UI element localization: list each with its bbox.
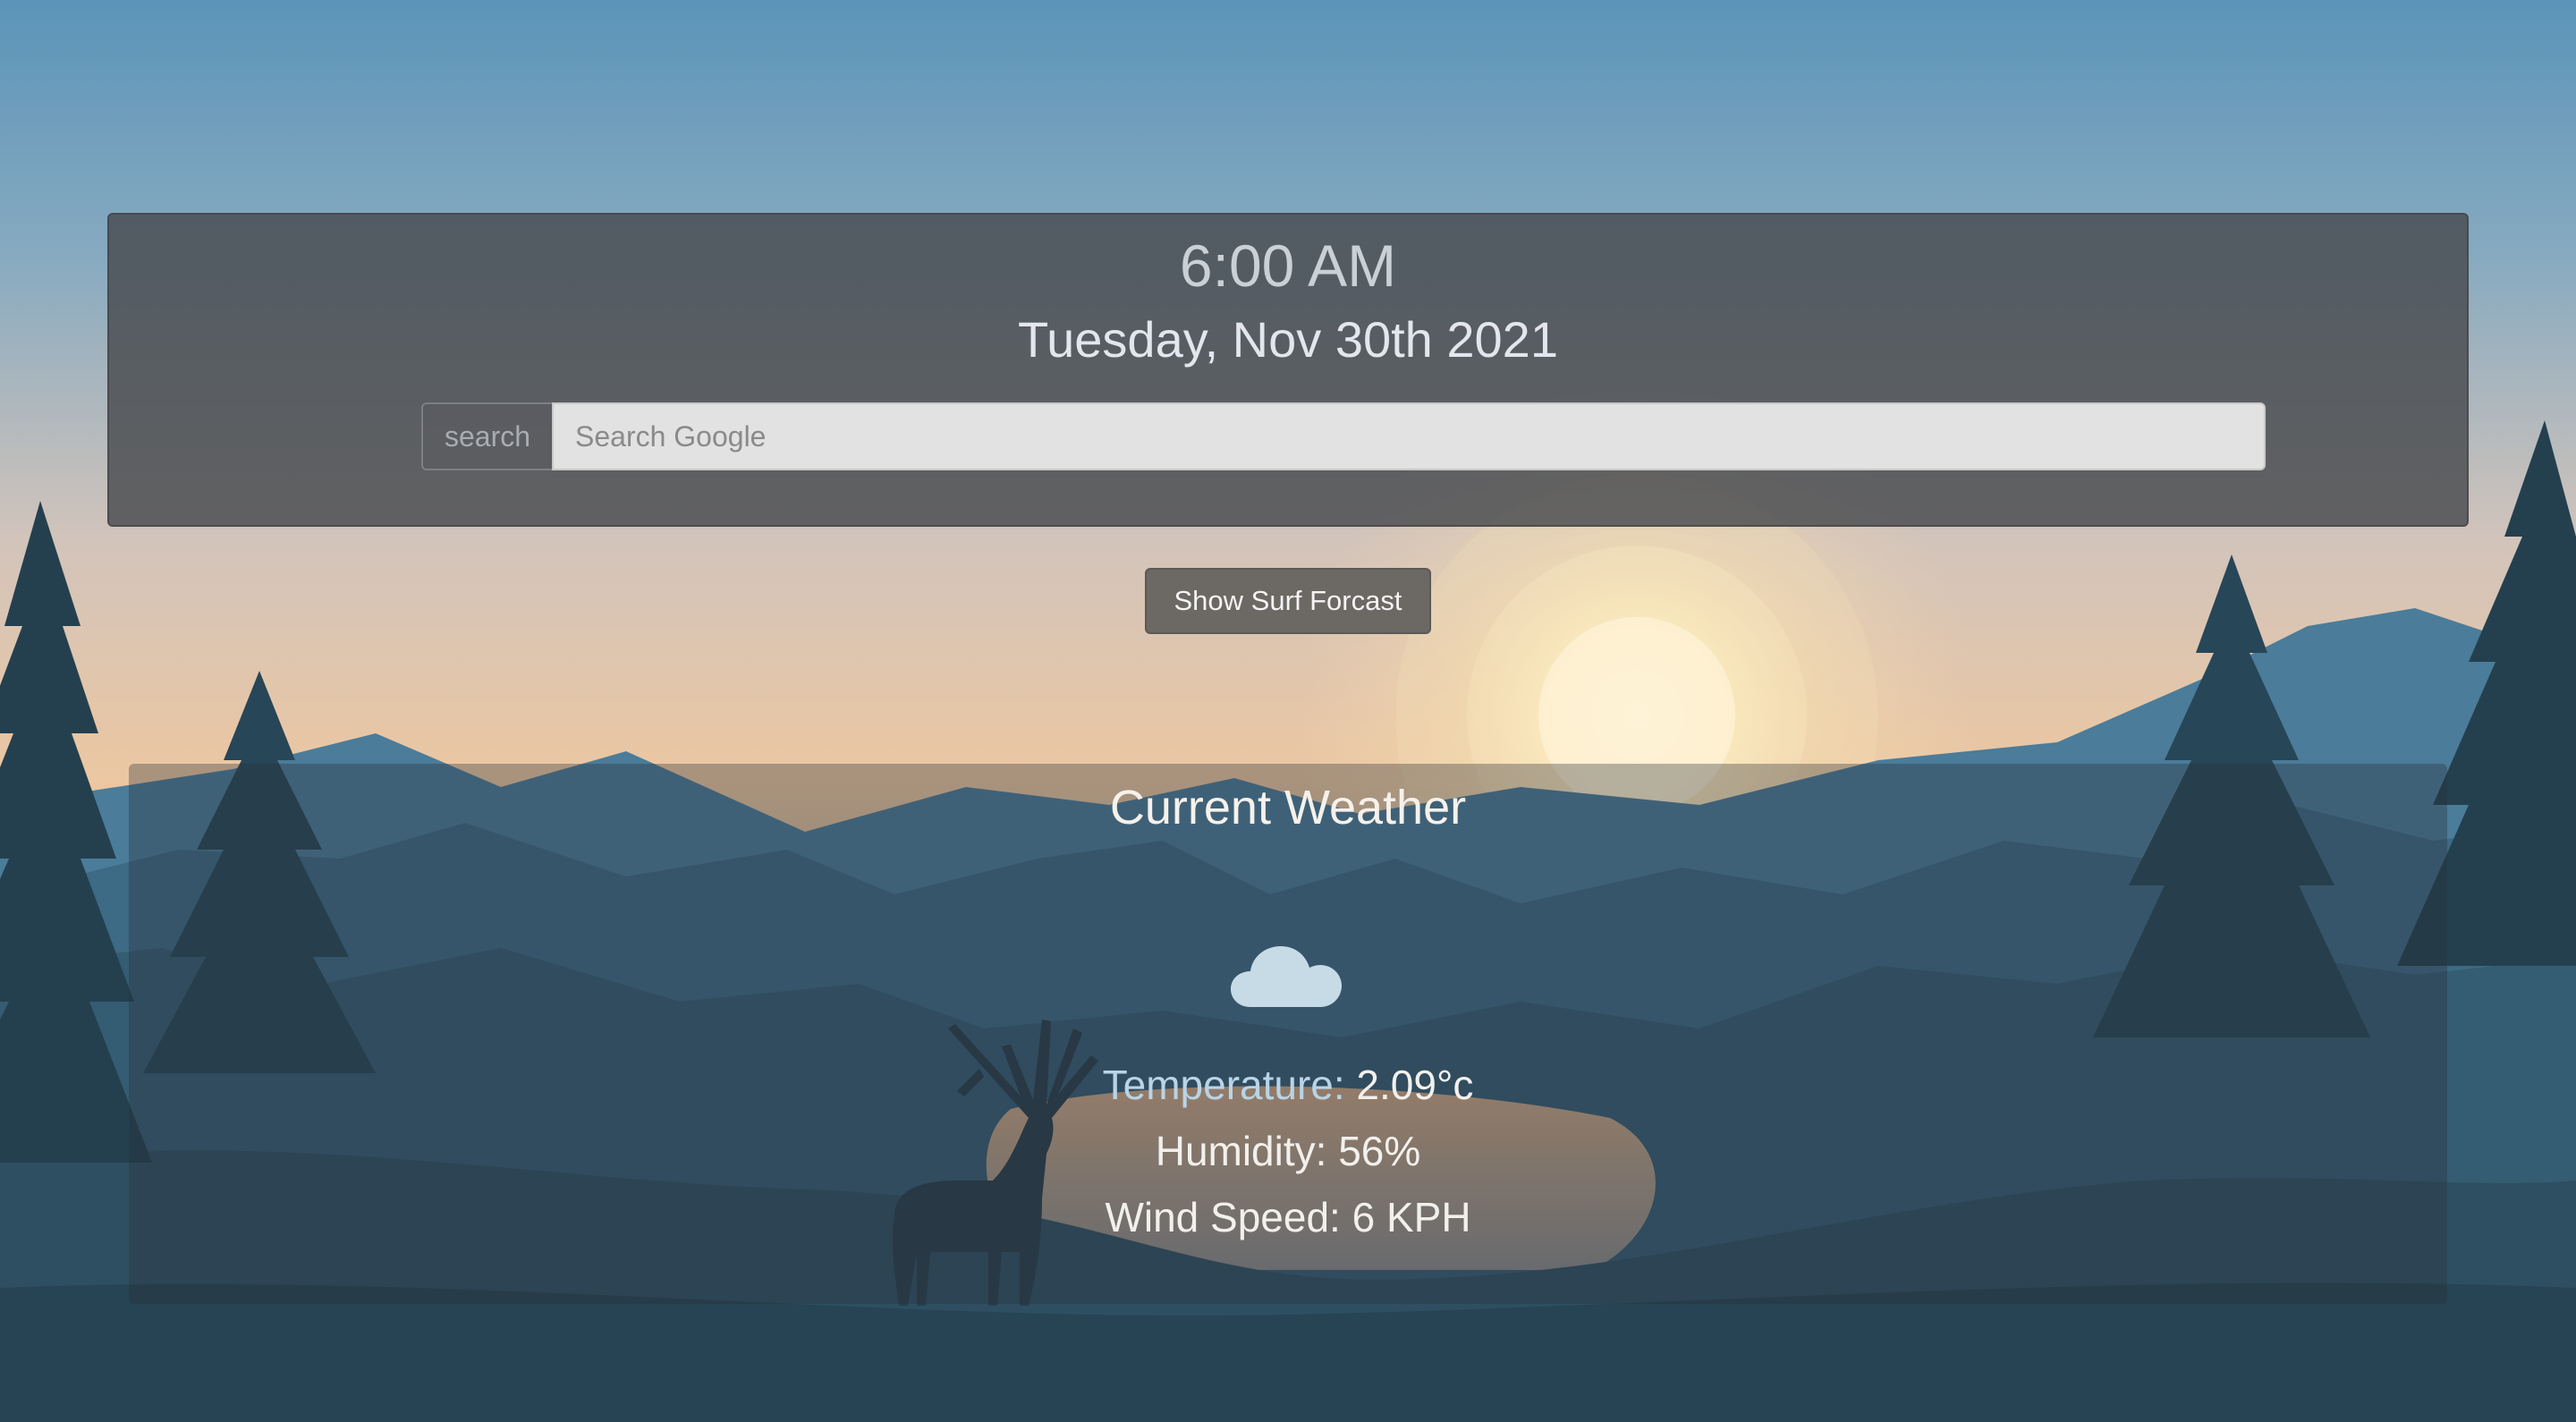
humidity-readout: Humidity: 56% — [1155, 1128, 1421, 1174]
show-surf-forecast-button[interactable]: Show Surf Forcast — [1145, 568, 1431, 634]
search-label: search — [421, 402, 552, 470]
wind-speed-readout: Wind Speed: 6 KPH — [1105, 1194, 1471, 1240]
temperature-readout: Temperature: 2.09°c — [129, 1061, 2447, 1109]
search-bar: search — [421, 402, 2266, 470]
temperature-label: Temperature: — [1102, 1062, 1345, 1108]
search-input[interactable] — [552, 402, 2266, 470]
cloud-icon — [1231, 946, 1342, 1007]
temperature-value: 2.09°c — [1356, 1062, 1474, 1108]
header-panel: 6:00 AM Tuesday, Nov 30th 2021 search — [107, 213, 2469, 527]
current-weather-panel: Current Weather Temperature: 2.09°c Humi… — [129, 764, 2447, 1304]
weather-title: Current Weather — [1109, 781, 1467, 834]
clock-time: 6:00 AM — [1179, 233, 1397, 299]
current-date: Tuesday, Nov 30th 2021 — [1018, 311, 1558, 368]
app-window: 6:00 AM Tuesday, Nov 30th 2021 search Sh… — [0, 0, 2576, 1422]
